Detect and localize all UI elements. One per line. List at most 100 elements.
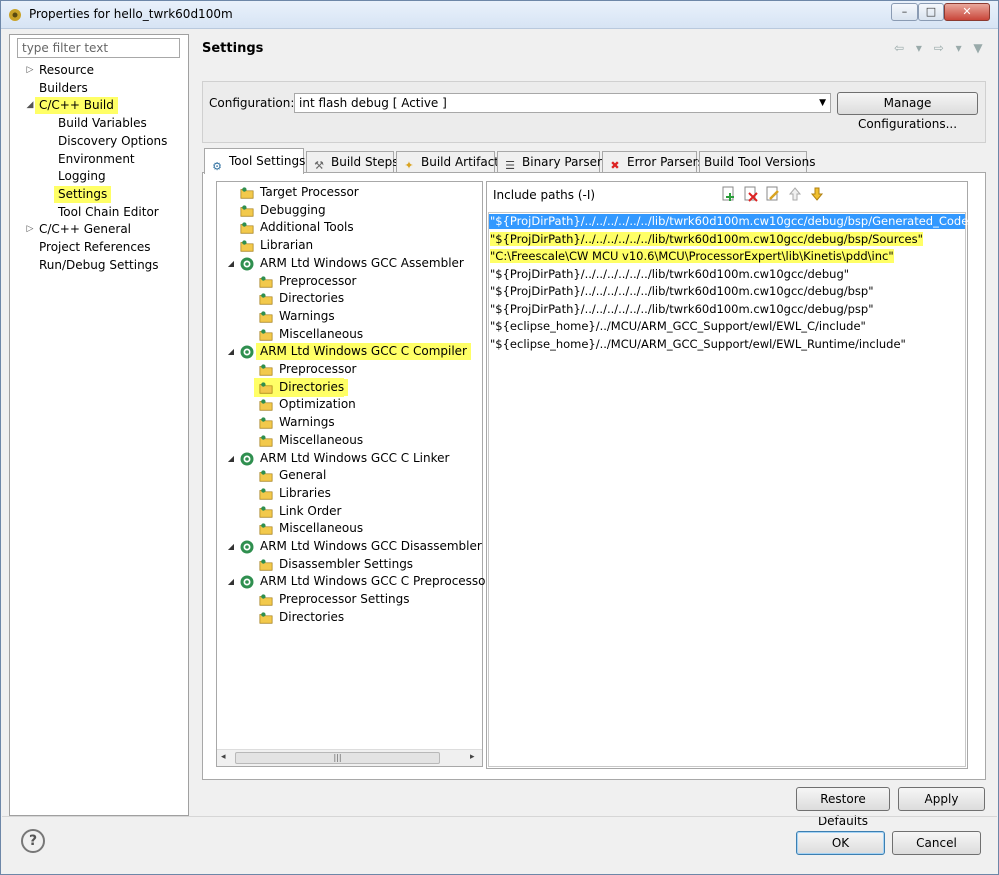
nav-item-discovery-options[interactable]: Discovery Options [1,133,189,150]
tree-item-directories[interactable]: Directories [219,290,481,307]
folder-icon [259,364,273,376]
nav-item-c-c-build[interactable]: ◢ C/C++ Build [1,97,189,115]
maximize-button[interactable]: □ [918,3,944,21]
edit-path-icon[interactable] [765,186,781,202]
include-path-row[interactable]: "${ProjDirPath}/../../../../../../lib/tw… [489,231,923,247]
window-title: Properties for hello_twrk60d100m [29,7,233,21]
tree-item-link-order[interactable]: Link Order [219,503,481,520]
tab-build-artifact[interactable]: ✦ Build Artifact [396,151,499,173]
nav-item-builders[interactable]: Builders [1,80,189,97]
include-path-row[interactable]: "${ProjDirPath}/../../../../../../lib/tw… [489,302,874,317]
nav-item-environment[interactable]: Environment [1,151,189,168]
nav-item-c-c-general[interactable]: ▷ C/C++ General [1,221,189,238]
tree-item-disassembler-settings[interactable]: Disassembler Settings [219,556,481,573]
ok-button[interactable]: OK [796,831,885,855]
include-paths-list[interactable]: "${ProjDirPath}/../../../../../../lib/tw… [488,212,974,767]
expand-arrow-icon[interactable]: ▷ [25,62,35,79]
tree-item-general[interactable]: General [219,467,481,484]
tree-item-target-processor[interactable]: Target Processor [219,184,481,201]
collapse-arrow-icon[interactable]: ◢ [226,255,236,272]
scroll-right-icon[interactable]: ▸ [470,752,475,762]
nav-item-logging[interactable]: Logging [1,168,189,185]
include-path-row[interactable]: "${eclipse_home}/../MCU/ARM_GCC_Support/… [489,319,866,334]
tree-item-librarian[interactable]: Librarian [219,237,481,254]
tree-item-label: ARM Ltd Windows GCC C Compiler [256,343,471,361]
tree-item-warnings[interactable]: Warnings [219,308,481,325]
include-path-row[interactable]: "${ProjDirPath}/../../../../../../lib/tw… [489,284,874,299]
nav-item-resource[interactable]: ▷ Resource [1,62,189,79]
tool-node-arm-ltd-windows-gcc-disassembler[interactable]: ◢ ARM Ltd Windows GCC Disassembler [219,538,482,555]
folder-icon [240,222,254,234]
tree-item-optimization[interactable]: Optimization [219,396,481,413]
configuration-select[interactable]: int flash debug [ Active ] ▼ [294,93,831,113]
expand-arrow-icon[interactable]: ▷ [25,221,35,238]
nav-item-label: Run/Debug Settings [39,257,159,272]
help-icon[interactable]: ? [21,829,45,853]
nav-item-build-variables[interactable]: Build Variables [1,115,189,132]
folder-icon [259,612,273,624]
tool-node-arm-ltd-windows-gcc-assembler[interactable]: ◢ ARM Ltd Windows GCC Assembler [219,255,481,272]
move-down-icon[interactable] [809,186,825,202]
tab-build-tool-versions[interactable]: Build Tool Versions [699,151,815,173]
folder-icon [259,399,273,411]
tab-label: Error Parsers [627,155,704,169]
include-path-row[interactable]: "${ProjDirPath}/../../../../../../lib/tw… [489,214,974,229]
include-path-text: "${ProjDirPath}/../../../../../../lib/tw… [490,284,874,298]
tree-item-miscellaneous[interactable]: Miscellaneous [219,432,481,449]
collapse-arrow-icon[interactable]: ◢ [25,97,35,114]
nav-item-tool-chain-editor[interactable]: Tool Chain Editor [1,204,189,221]
collapse-arrow-icon[interactable]: ◢ [226,343,236,360]
tab-tool-settings[interactable]: ⚙ Tool Settings [204,148,305,174]
manage-configurations-button[interactable]: Manage Configurations... [837,92,978,131]
minimize-button[interactable]: – [891,3,918,21]
tree-horizontal-scrollbar[interactable]: ◂ ||| ▸ [217,749,482,766]
tree-item-directories[interactable]: Directories [219,609,481,626]
include-path-row[interactable]: "${ProjDirPath}/../../../../../../lib/tw… [489,267,849,282]
nav-item-label: C/C++ General [39,222,132,237]
nav-item-settings[interactable]: Settings [1,185,189,203]
include-path-row[interactable]: "${eclipse_home}/../MCU/ARM_GCC_Support/… [489,337,906,352]
tree-item-libraries[interactable]: Libraries [219,485,481,502]
tool-node-arm-ltd-windows-gcc-c-compiler[interactable]: ◢ ARM Ltd Windows GCC C Compiler [219,343,481,361]
footer-divider [2,816,997,817]
tab-label: Build Steps [331,155,399,169]
move-up-icon[interactable] [787,186,803,202]
collapse-arrow-icon[interactable]: ◢ [226,573,236,590]
collapse-arrow-icon[interactable]: ◢ [226,538,236,555]
nav-item-run-debug-settings[interactable]: Run/Debug Settings [1,257,189,274]
tree-item-label: Warnings [279,415,335,430]
tree-item-debugging[interactable]: Debugging [219,202,481,219]
nav-item-project-references[interactable]: Project References [1,239,189,256]
add-path-icon[interactable] [721,186,737,202]
tool-node-arm-ltd-windows-gcc-c-preprocessor[interactable]: ◢ ARM Ltd Windows GCC C Preprocessor [219,573,490,590]
folder-icon [259,328,273,341]
tree-item-preprocessor-settings[interactable]: Preprocessor Settings [219,591,481,608]
scroll-left-icon[interactable]: ◂ [221,752,226,762]
apply-button[interactable]: Apply [898,787,985,811]
tree-item-directories[interactable]: Directories [219,377,481,397]
folder-icon [259,559,273,571]
cancel-button[interactable]: Cancel [892,831,981,855]
tool-node-arm-ltd-windows-gcc-c-linker[interactable]: ◢ ARM Ltd Windows GCC C Linker [219,450,481,467]
scroll-thumb[interactable]: ||| [235,752,440,764]
tree-item-additional-tools[interactable]: Additional Tools [219,219,481,236]
tab-binary-parsers[interactable]: ☰ Binary Parsers [497,151,608,173]
collapse-arrow-icon[interactable]: ◢ [226,450,236,467]
filter-input[interactable] [17,38,180,58]
tree-item-label: Warnings [279,308,335,323]
folder-icon [259,311,273,323]
delete-path-icon[interactable] [743,186,759,202]
folder-icon [259,470,273,482]
restore-defaults-button[interactable]: Restore Defaults [796,787,890,828]
close-button[interactable]: ✕ [944,3,990,21]
history-navigation[interactable]: ⇦ ▾ ⇨ ▾ ▼ [894,41,987,55]
tree-item-label: Miscellaneous [279,326,364,341]
tree-item-preprocessor[interactable]: Preprocessor [219,361,481,378]
tree-item-miscellaneous[interactable]: Miscellaneous [219,326,481,343]
tree-item-preprocessor[interactable]: Preprocessor [219,273,481,290]
tree-item-miscellaneous[interactable]: Miscellaneous [219,520,481,537]
tab-build-steps[interactable]: ⚒ Build Steps [306,151,399,173]
tree-item-warnings[interactable]: Warnings [219,414,481,431]
tab-error-parsers[interactable]: ✖ Error Parsers [602,151,704,173]
include-path-row[interactable]: "C:\Freescale\CW MCU v10.6\MCU\Processor… [489,249,894,264]
